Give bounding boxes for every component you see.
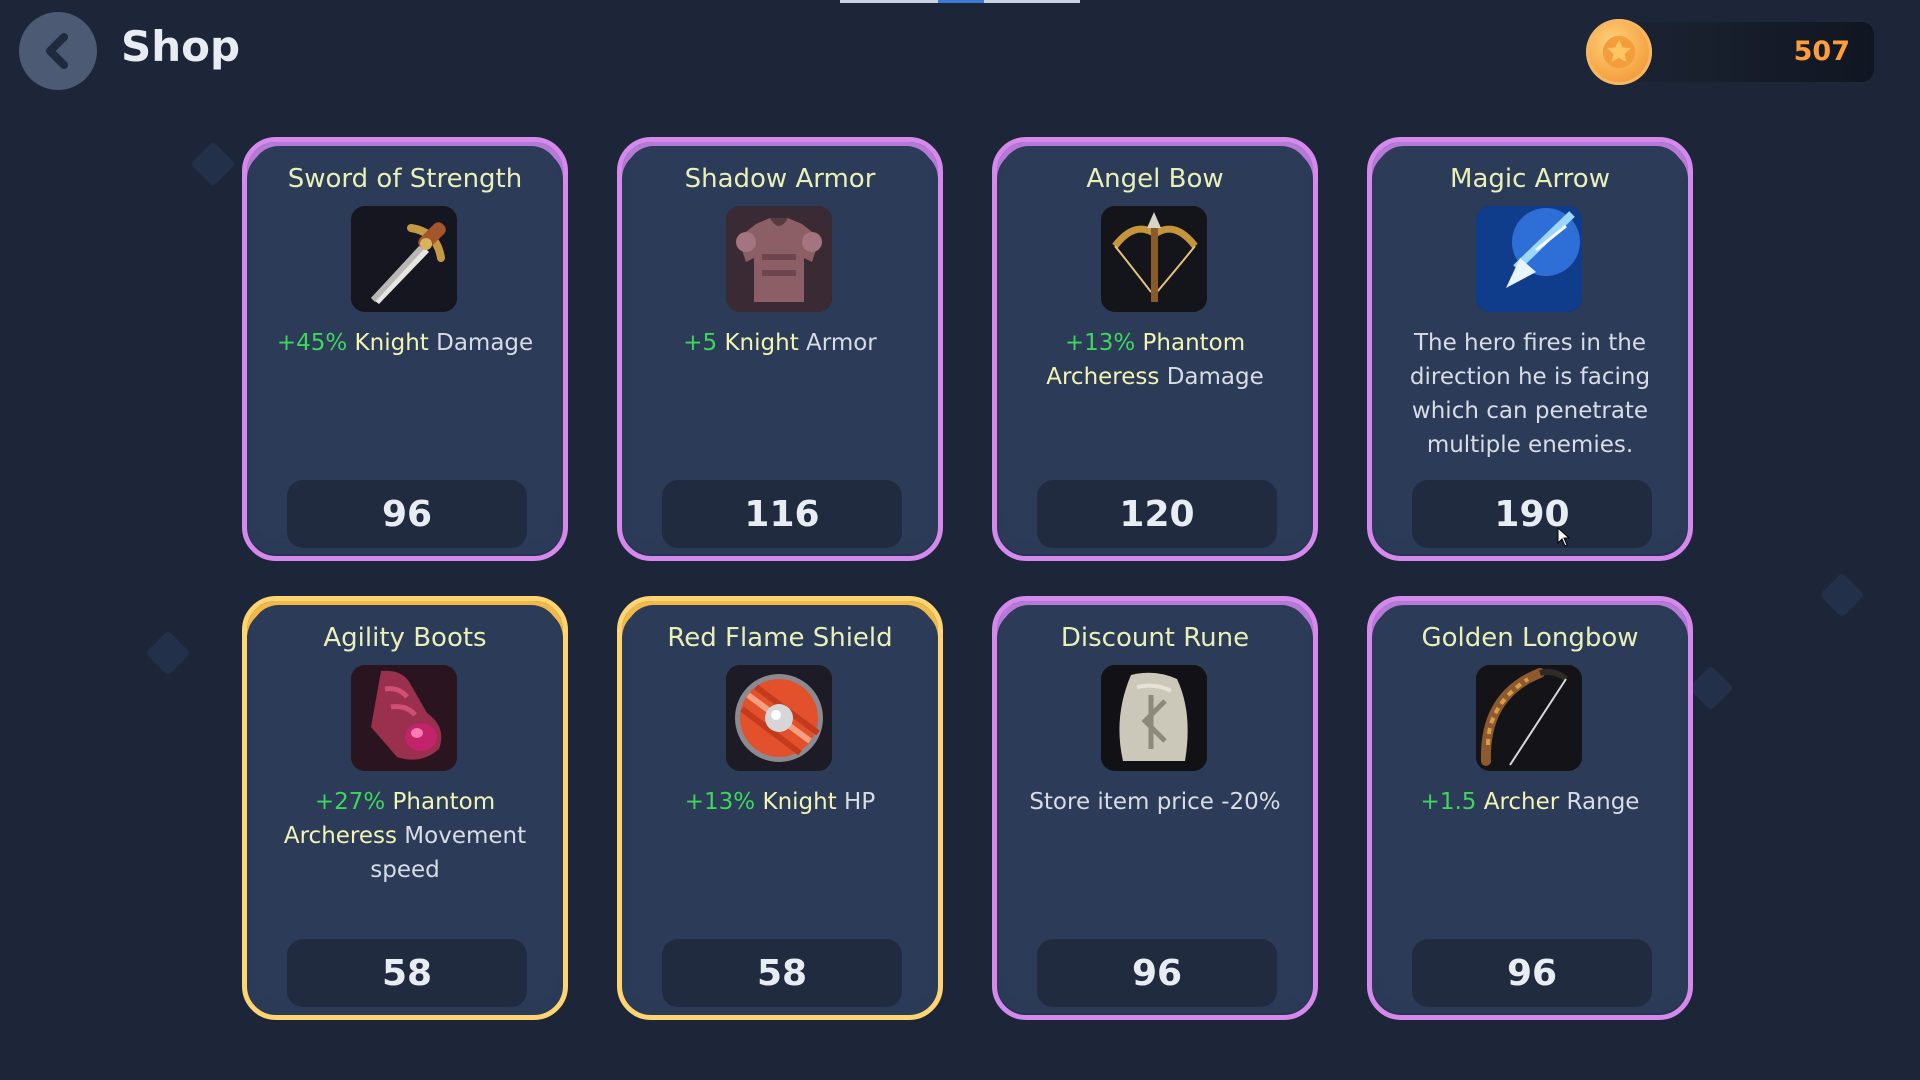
page-title: Shop [121,22,241,71]
price-button[interactable]: 58 [662,939,902,1007]
item-description: +45% Knight Damage [276,330,534,356]
crossbow-icon [1101,206,1207,312]
sword-icon [351,206,457,312]
armor-icon [726,206,832,312]
chevron-left-icon [46,33,68,69]
back-button[interactable] [19,12,97,90]
page-indicator-active [938,0,984,3]
item-title: Golden Longbow [1421,623,1639,653]
shop-item-card[interactable]: Golden Longbow +1.5 Archer Range 96 [1367,596,1693,1020]
background-diamond [190,141,236,187]
item-description: +27% Phantom Archeress Movement speed [283,789,527,883]
rune-stone-icon [1101,665,1207,771]
shop-item-card[interactable]: Red Flame Shield +13% Knight HP 58 [617,596,943,1020]
shop-item-card[interactable]: Discount Rune Store item price -20% 96 [992,596,1318,1020]
price-button[interactable]: 96 [287,480,527,548]
price-button[interactable]: 190 [1412,480,1652,548]
item-description: The hero fires in the direction he is fa… [1409,330,1651,458]
shield-icon [726,665,832,771]
price-button[interactable]: 120 [1037,480,1277,548]
item-description: +1.5 Archer Range [1420,789,1640,815]
price-button[interactable]: 96 [1412,939,1652,1007]
mouse-cursor-icon [1557,527,1571,547]
item-title: Agility Boots [323,623,487,653]
boots-icon [351,665,457,771]
longbow-icon [1476,665,1582,771]
background-diamond [145,630,191,676]
shop-item-card[interactable]: Magic Arrow The hero fires in the direct… [1367,137,1693,561]
item-description: Store item price -20% [1029,789,1281,815]
item-title: Shadow Armor [684,164,876,194]
item-description: +5 Knight Armor [683,330,877,356]
star-coin-icon [1586,19,1652,85]
shop-item-card[interactable]: Angel Bow +13% Phantom Archeress Damage … [992,137,1318,561]
shop-item-card[interactable]: Agility Boots +27% Phantom Archeress Mov… [242,596,568,1020]
item-description: +13% Phantom Archeress Damage [1046,330,1264,390]
shop-item-card[interactable]: Sword of Strength +45% Knight Damage 96 [242,137,568,561]
item-description: +13% Knight HP [684,789,876,815]
price-button[interactable]: 96 [1037,939,1277,1007]
coin-amount: 507 [1793,36,1850,67]
price-button[interactable]: 58 [287,939,527,1007]
page-indicator [840,0,1080,3]
background-diamond [1819,572,1865,618]
item-title: Angel Bow [1086,164,1224,194]
item-title: Red Flame Shield [667,623,893,653]
item-title: Magic Arrow [1450,164,1610,194]
item-title: Sword of Strength [287,164,523,194]
background-diamond [1688,665,1734,711]
item-title: Discount Rune [1060,623,1250,653]
price-button[interactable]: 116 [662,480,902,548]
magic-arrow-icon [1476,206,1582,312]
shop-item-card[interactable]: Shadow Armor +5 Knight Armor 116 [617,137,943,561]
